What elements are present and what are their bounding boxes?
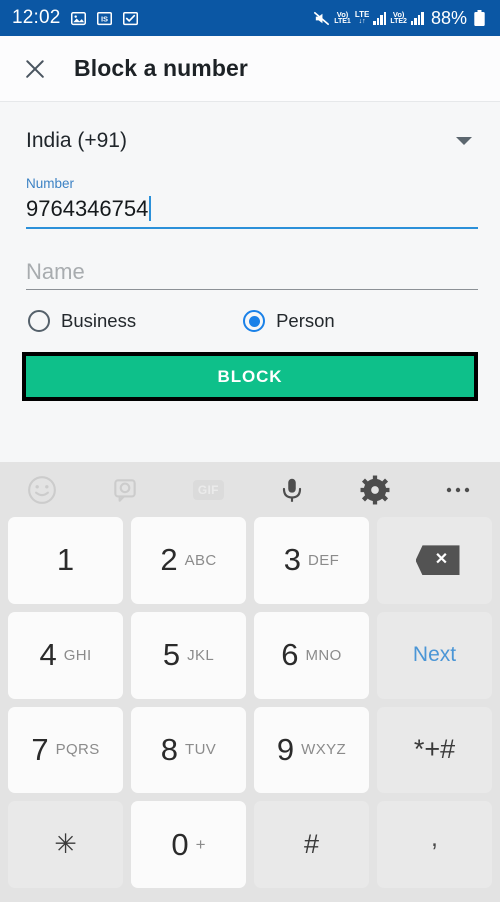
key-symbols-label: *+# bbox=[413, 734, 456, 765]
key-9-number: 9 bbox=[276, 731, 295, 767]
radio-person-icon[interactable] bbox=[243, 310, 266, 332]
number-field-underline bbox=[26, 227, 478, 229]
is-badge-icon: IS bbox=[96, 10, 113, 27]
name-field-underline bbox=[26, 289, 478, 290]
image-icon bbox=[70, 10, 87, 27]
sim2-volte-icon: Vo) LTE2 bbox=[390, 10, 407, 25]
key-backspace[interactable]: ✕ bbox=[377, 517, 492, 604]
name-input[interactable]: Name bbox=[26, 255, 478, 289]
keypad-row: 1 2 ABC 3 DEF ✕ bbox=[8, 517, 492, 612]
key-1-number: 1 bbox=[56, 542, 75, 578]
sim1-volte-icon: Vo) LTE1 bbox=[334, 10, 351, 25]
microphone-icon[interactable] bbox=[250, 475, 333, 505]
key-next[interactable]: Next bbox=[377, 611, 492, 699]
key-9[interactable]: 9 WXYZ bbox=[254, 706, 369, 794]
status-bar-right: Vo) LTE1 LTE ↓↑ Vo) LTE2 88% bbox=[313, 8, 488, 29]
key-hash-label: # bbox=[303, 829, 320, 860]
key-6-letters: MNO bbox=[305, 646, 342, 664]
sim1-signal-icon bbox=[373, 11, 387, 25]
key-hash[interactable]: # bbox=[254, 801, 369, 888]
radio-person-label: Person bbox=[276, 310, 335, 331]
settings-gear-icon[interactable] bbox=[333, 475, 416, 505]
key-1[interactable]: 1 bbox=[8, 517, 123, 604]
key-next-label: Next bbox=[412, 643, 457, 667]
name-field[interactable]: Name bbox=[22, 255, 478, 290]
key-3[interactable]: 3 DEF bbox=[254, 517, 369, 604]
battery-icon bbox=[471, 9, 488, 27]
phone-screen: 12:02 IS Vo) LTE1 LTE ↓↑ Vo) LTE2 88% Bl… bbox=[0, 0, 500, 902]
radio-option-person[interactable]: Person bbox=[243, 310, 335, 332]
key-9-letters: WXYZ bbox=[301, 741, 347, 759]
status-clock: 12:02 bbox=[12, 7, 61, 28]
status-bar-left: 12:02 IS bbox=[12, 7, 139, 29]
chevron-down-icon bbox=[456, 137, 472, 145]
keypad-row: 7 PQRS 8 TUV 9 WXYZ *+# bbox=[8, 706, 492, 802]
key-6[interactable]: 6 MNO bbox=[254, 611, 369, 699]
page-title: Block a number bbox=[74, 55, 248, 81]
number-input-value: 9764346754 bbox=[26, 195, 149, 221]
key-5-letters: JKL bbox=[187, 646, 215, 664]
key-7-number: 7 bbox=[31, 731, 49, 767]
key-8-number: 8 bbox=[160, 731, 179, 767]
key-0[interactable]: 0 + bbox=[131, 801, 246, 888]
key-3-number: 3 bbox=[283, 542, 302, 578]
block-number-form: India (+91) Number 9764346754 Name Busin… bbox=[0, 102, 500, 462]
keypad-row: 4 GHI 5 JKL 6 MNO Next bbox=[8, 611, 492, 707]
key-asterisk-label: ✳ bbox=[54, 829, 77, 860]
key-symbols[interactable]: *+# bbox=[377, 706, 492, 794]
country-selector[interactable]: India (+91) bbox=[22, 112, 478, 170]
key-5-number: 5 bbox=[162, 637, 181, 673]
number-field[interactable]: Number 9764346754 bbox=[22, 176, 478, 229]
key-7-letters: PQRS bbox=[55, 741, 100, 759]
country-value: India (+91) bbox=[26, 129, 127, 152]
key-comma-label: , bbox=[431, 824, 438, 853]
sticker-icon[interactable] bbox=[83, 475, 166, 505]
key-asterisk[interactable]: ✳ bbox=[8, 801, 123, 888]
radio-business-label: Business bbox=[61, 310, 137, 331]
keyboard-toolbar: GIF bbox=[0, 462, 500, 517]
key-2[interactable]: 2 ABC bbox=[131, 517, 246, 604]
number-field-label: Number bbox=[26, 176, 75, 191]
key-2-number: 2 bbox=[160, 542, 178, 578]
key-7[interactable]: 7 PQRS bbox=[8, 706, 123, 794]
checkbox-checked-icon bbox=[122, 10, 139, 27]
key-5[interactable]: 5 JKL bbox=[131, 611, 246, 699]
key-2-letters: ABC bbox=[184, 551, 217, 569]
radio-option-business[interactable]: Business bbox=[28, 310, 136, 332]
key-0-plus: + bbox=[195, 834, 206, 854]
overflow-menu-icon[interactable] bbox=[417, 485, 500, 495]
battery-percent: 88% bbox=[430, 7, 467, 28]
app-bar: Block a number bbox=[0, 36, 500, 102]
key-4-letters: GHI bbox=[63, 646, 92, 664]
gif-icon[interactable]: GIF bbox=[167, 479, 250, 500]
key-0-number: 0 bbox=[171, 826, 189, 862]
mute-icon bbox=[313, 10, 330, 27]
backspace-icon: ✕ bbox=[410, 545, 460, 576]
gif-label: GIF bbox=[192, 479, 224, 500]
block-button[interactable]: BLOCK bbox=[26, 356, 474, 397]
keypad-row: ✳ 0 + # , bbox=[8, 801, 492, 896]
emoji-icon[interactable] bbox=[0, 475, 83, 505]
key-comma[interactable]: , bbox=[377, 801, 492, 888]
key-3-letters: DEF bbox=[308, 551, 340, 569]
sim2-signal-icon bbox=[410, 11, 424, 25]
numeric-keyboard: GIF 1 2 ABC 3 DEF ✕ 4 GHI 5 JKL 6 MNO Ne… bbox=[0, 462, 500, 902]
key-4[interactable]: 4 GHI bbox=[8, 611, 123, 699]
radio-business-icon[interactable] bbox=[28, 310, 50, 332]
key-4-number: 4 bbox=[39, 637, 57, 673]
type-radio-group: Business Person bbox=[22, 310, 478, 332]
key-8[interactable]: 8 TUV bbox=[131, 706, 246, 794]
close-icon[interactable] bbox=[22, 56, 48, 82]
keypad: 1 2 ABC 3 DEF ✕ 4 GHI 5 JKL 6 MNO Next 7… bbox=[0, 517, 500, 902]
block-button-highlight: BLOCK bbox=[22, 352, 478, 401]
sim1-data-icon: LTE ↓↑ bbox=[354, 9, 370, 25]
status-bar: 12:02 IS Vo) LTE1 LTE ↓↑ Vo) LTE2 88% bbox=[0, 0, 500, 36]
text-cursor bbox=[149, 196, 152, 221]
key-8-letters: TUV bbox=[185, 741, 217, 759]
number-input[interactable]: 9764346754 bbox=[26, 192, 478, 225]
key-6-number: 6 bbox=[281, 637, 299, 673]
svg-text:IS: IS bbox=[101, 14, 108, 23]
